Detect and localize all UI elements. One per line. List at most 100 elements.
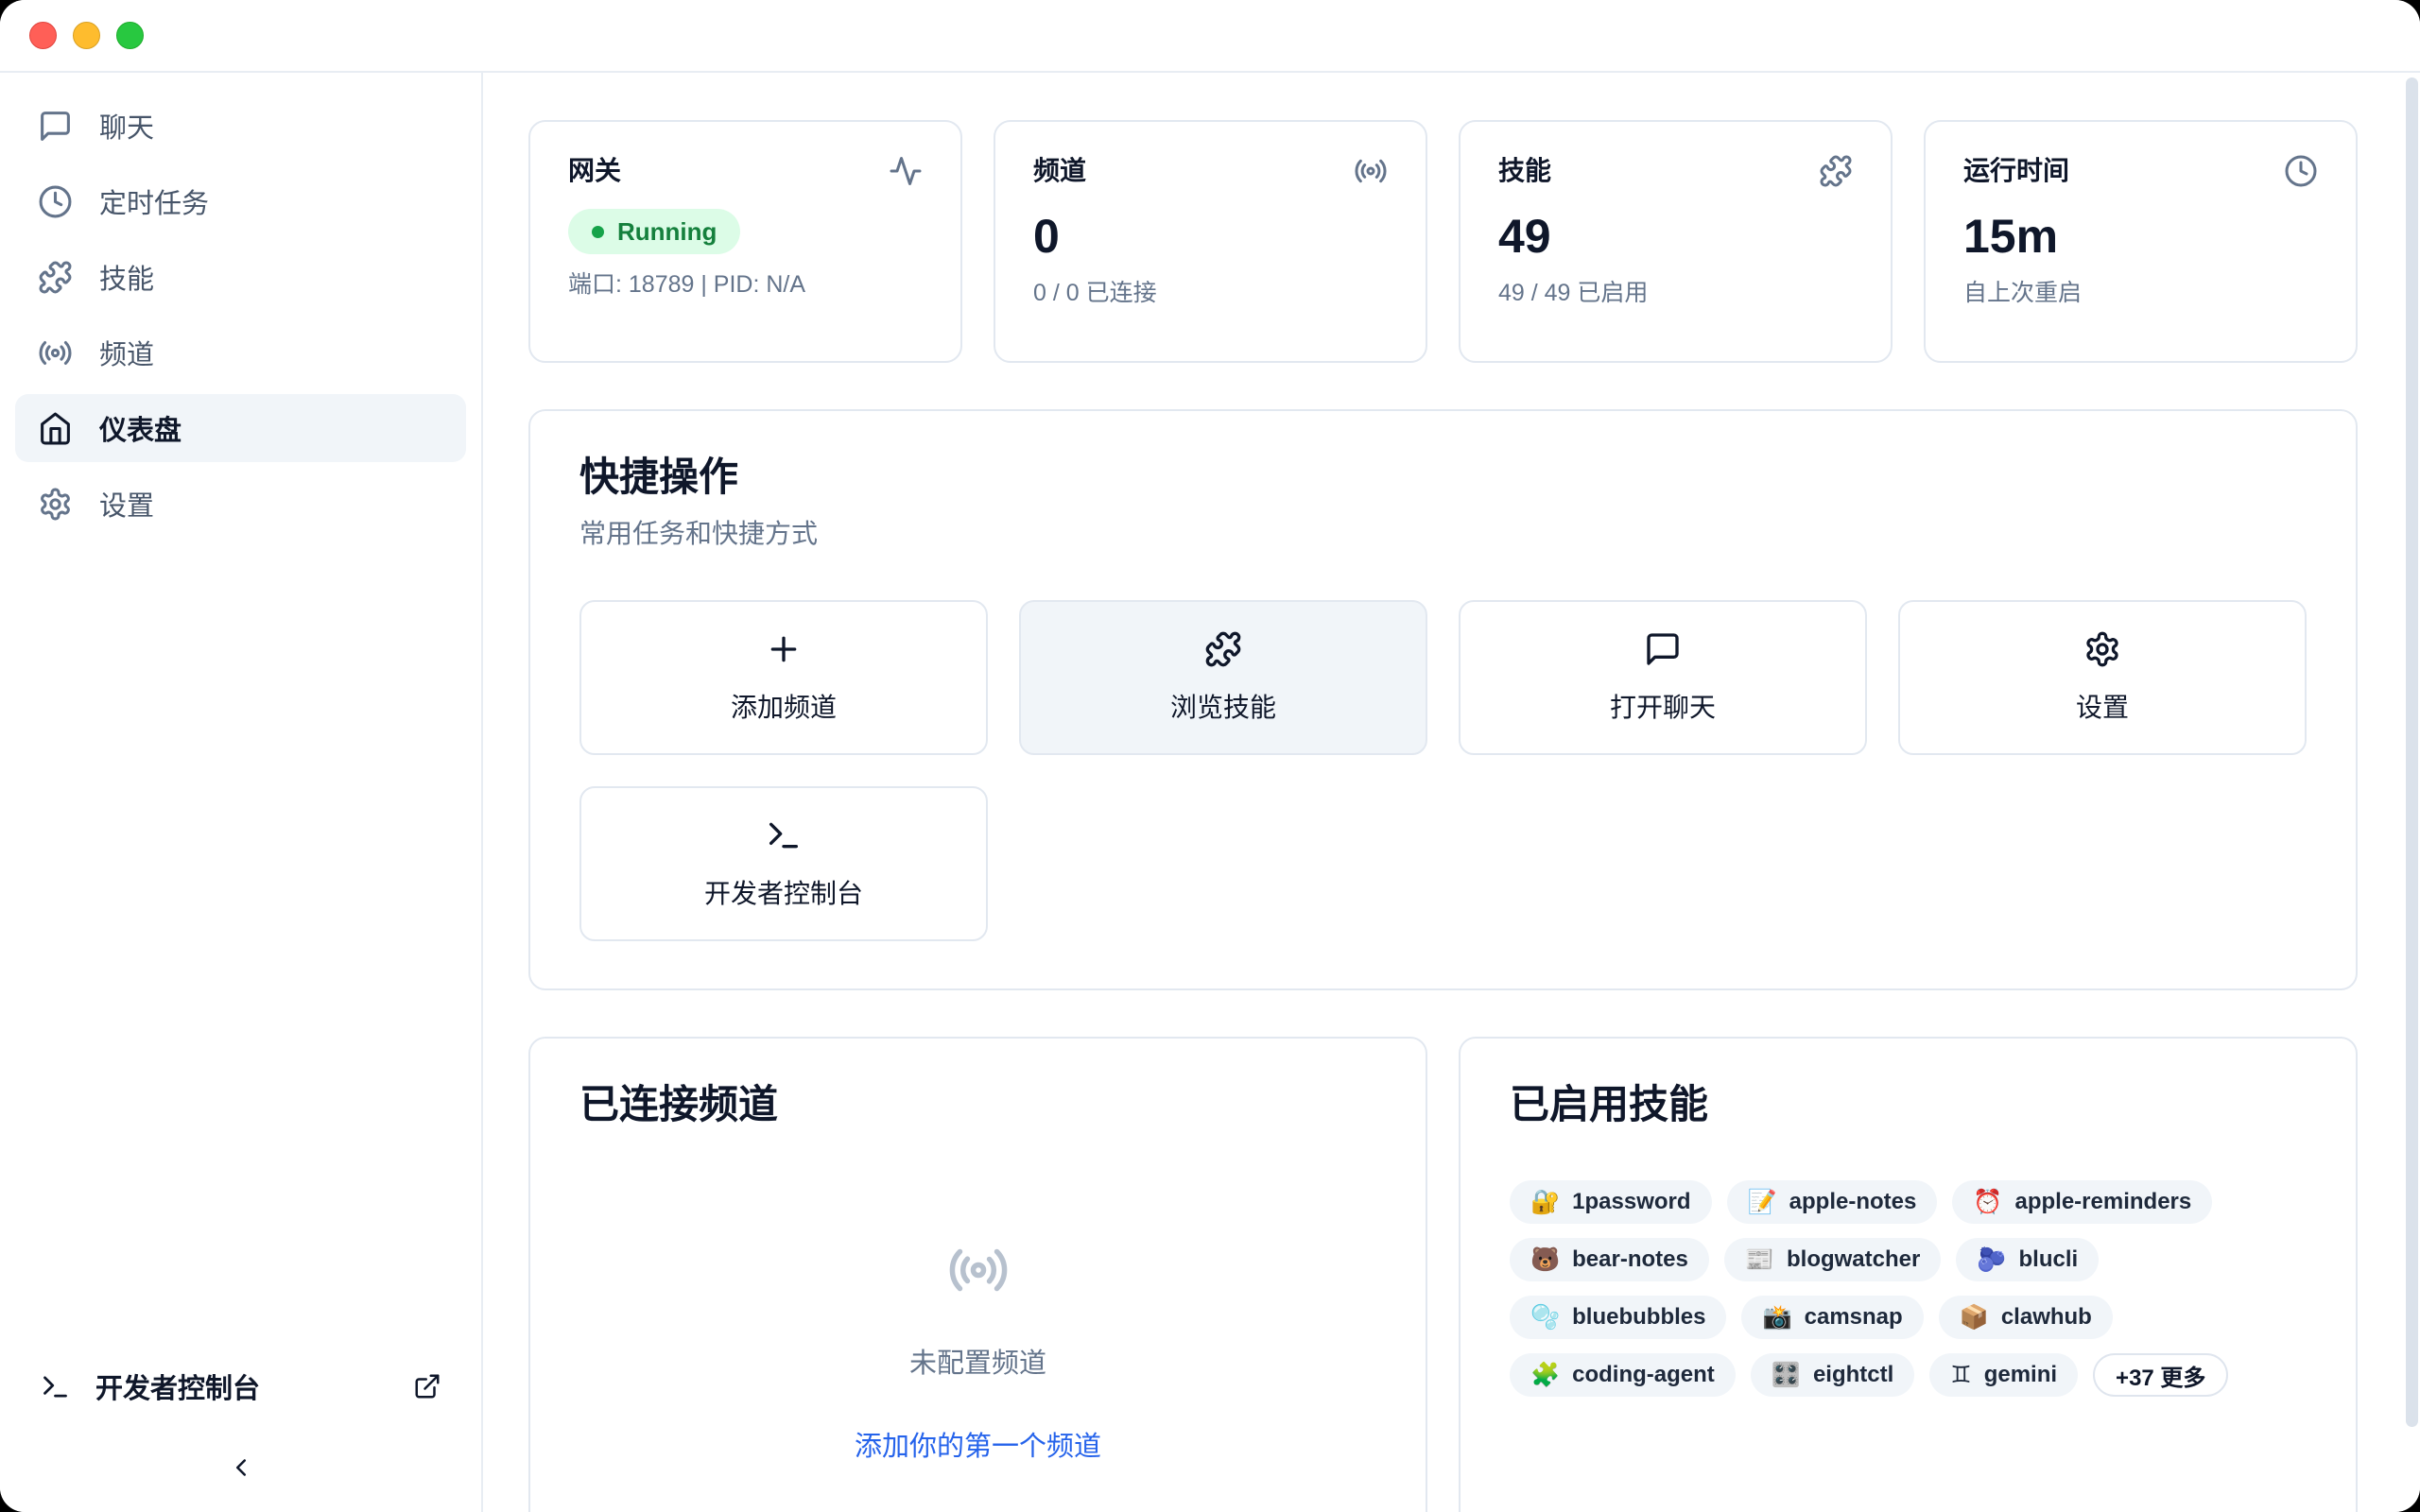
skill-chip-bluebubbles: 🫧 bluebubbles — [1510, 1296, 1726, 1339]
app-body: 聊天 定时任务 技能 频道 仪表盘 设置 开发者控制台 — [0, 73, 2420, 1512]
sidebar-item-channels[interactable]: 频道 — [15, 318, 466, 387]
sidebar-dev-console-link[interactable]: 开发者控制台 — [15, 1355, 466, 1418]
stat-card-title: 运行时间 — [1963, 154, 2069, 188]
clock-icon — [38, 184, 73, 219]
skill-name: gemini — [1984, 1362, 2057, 1388]
quick-action-settings[interactable]: 设置 — [1898, 600, 2307, 755]
skill-emoji-icon: 🐻 — [1530, 1248, 1560, 1272]
quick-actions-title: 快捷操作 — [579, 453, 2307, 502]
sidebar-footer: 开发者控制台 — [15, 1355, 466, 1491]
quick-action-open-chat[interactable]: 打开聊天 — [1459, 600, 1867, 755]
terminal-icon — [40, 1371, 71, 1402]
skill-name: bluebubbles — [1572, 1304, 1705, 1331]
activity-icon — [889, 154, 923, 188]
status-badge: Running — [568, 209, 740, 254]
minimize-button[interactable] — [73, 22, 100, 49]
skill-emoji-icon: ♊ — [1950, 1364, 1971, 1387]
skill-chip-clawhub: 📦 clawhub — [1939, 1296, 2113, 1339]
stat-card-skills: 技能 4949 / 49 已启用 — [1459, 120, 1893, 363]
close-button[interactable] — [29, 22, 57, 49]
sidebar-item-label: 频道 — [99, 333, 154, 372]
settings-icon — [38, 487, 73, 522]
skill-chip-gemini: ♊ gemini — [1929, 1353, 2078, 1397]
enabled-skills-title: 已启用技能 — [1510, 1080, 2307, 1129]
stat-card-title: 网关 — [568, 154, 621, 188]
quick-actions-grid: 添加频道 浏览技能 打开聊天 设置 开发者控制台 — [579, 600, 2307, 941]
zoom-button[interactable] — [116, 22, 144, 49]
radio-icon — [38, 335, 73, 370]
sidebar-item-dashboard[interactable]: 仪表盘 — [15, 394, 466, 462]
status-badge-label: Running — [617, 217, 717, 247]
puzzle-icon — [1819, 154, 1853, 188]
stat-card-uptime: 运行时间 15m 自上次重启 — [1924, 120, 2358, 363]
skill-chip-1password: 🔐 1password — [1510, 1180, 1712, 1224]
stats-row: 网关 Running端口: 18789 | PID: N/A 频道 0 0 / 0… — [528, 120, 2358, 363]
skill-emoji-icon: 🫧 — [1530, 1306, 1560, 1330]
home-icon — [38, 411, 73, 446]
skill-name: apple-reminders — [2015, 1189, 2192, 1215]
sidebar-collapse-button[interactable] — [216, 1444, 267, 1491]
skill-chip-camsnap: 📸 camsnap — [1741, 1296, 1923, 1339]
skill-name: camsnap — [1805, 1304, 1903, 1331]
add-first-channel-link[interactable]: 添加你的第一个频道 — [855, 1424, 1101, 1464]
external-link-icon — [413, 1372, 441, 1400]
status-dot-icon — [592, 226, 604, 238]
dev-console-label: 开发者控制台 — [95, 1366, 389, 1406]
quick-action-add-channel[interactable]: 添加频道 — [579, 600, 988, 755]
clock-icon — [2284, 154, 2318, 188]
quick-action-browse-skills[interactable]: 浏览技能 — [1019, 600, 1427, 755]
quick-action-label: 浏览技能 — [1170, 687, 1276, 725]
sidebar-item-label: 定时任务 — [99, 181, 209, 221]
sidebar-nav: 聊天 定时任务 技能 频道 仪表盘 设置 — [15, 92, 466, 545]
skill-chip-eightctl: 🎛️ eightctl — [1751, 1353, 1914, 1397]
settings-icon — [2083, 630, 2121, 668]
skill-chip-blogwatcher: 📰 blogwatcher — [1724, 1238, 1942, 1281]
quick-action-dev-console[interactable]: 开发者控制台 — [579, 786, 988, 941]
puzzle-icon — [38, 260, 73, 295]
skill-chip-blucli: 🫐 blucli — [1956, 1238, 2099, 1281]
skill-emoji-icon: 📦 — [1960, 1306, 1989, 1330]
message-square-icon — [38, 109, 73, 144]
stat-subtext: 0 / 0 已连接 — [1033, 274, 1388, 308]
skill-name: bear-notes — [1572, 1246, 1688, 1273]
sidebar-item-chat[interactable]: 聊天 — [15, 92, 466, 160]
skill-name: 1password — [1572, 1189, 1690, 1215]
skill-emoji-icon: 🔐 — [1530, 1191, 1560, 1214]
quick-action-label: 开发者控制台 — [704, 873, 863, 911]
skill-name: coding-agent — [1572, 1362, 1715, 1388]
sidebar-item-label: 设置 — [99, 484, 154, 524]
app-window: 聊天 定时任务 技能 频道 仪表盘 设置 开发者控制台 — [0, 0, 2420, 1512]
sidebar-item-skills[interactable]: 技能 — [15, 243, 466, 311]
quick-action-label: 添加频道 — [731, 687, 837, 725]
sidebar-item-label: 聊天 — [99, 106, 154, 146]
radio-icon — [947, 1239, 1010, 1301]
stat-subtext: 自上次重启 — [1963, 274, 2318, 308]
skill-name: eightctl — [1813, 1362, 1893, 1388]
skill-name: blucli — [2018, 1246, 2078, 1273]
main-content: 网关 Running端口: 18789 | PID: N/A 频道 0 0 / 0… — [483, 73, 2420, 1512]
skill-name: apple-notes — [1789, 1189, 1917, 1215]
radio-icon — [1354, 154, 1388, 188]
stat-subtext: 49 / 49 已启用 — [1498, 274, 1853, 308]
scrollbar-thumb[interactable] — [2406, 77, 2418, 1427]
stat-value: 0 — [1033, 211, 1388, 263]
stat-card-gateway: 网关 Running端口: 18789 | PID: N/A — [528, 120, 962, 363]
skill-emoji-icon: ⏰ — [1973, 1191, 2002, 1214]
sidebar: 聊天 定时任务 技能 频道 仪表盘 设置 开发者控制台 — [0, 73, 483, 1512]
titlebar — [0, 0, 2420, 73]
sidebar-item-cron[interactable]: 定时任务 — [15, 167, 466, 235]
skill-emoji-icon: 🫐 — [1977, 1248, 2006, 1272]
more-skills-button[interactable]: +37 更多 — [2093, 1353, 2228, 1397]
channels-empty-text: 未配置频道 — [909, 1341, 1046, 1381]
stat-value: 15m — [1963, 211, 2318, 263]
sidebar-item-settings[interactable]: 设置 — [15, 470, 466, 538]
quick-action-label: 设置 — [2076, 687, 2129, 725]
plus-icon — [765, 630, 803, 668]
enabled-skills-card: 已启用技能 🔐 1password 📝 apple-notes ⏰ apple-… — [1459, 1037, 2358, 1512]
skills-chip-list: 🔐 1password 📝 apple-notes ⏰ apple-remind… — [1510, 1180, 2307, 1397]
stat-card-title: 频道 — [1033, 154, 1086, 188]
connected-channels-title: 已连接频道 — [579, 1080, 1376, 1129]
channels-empty-state: 未配置频道 添加你的第一个频道 — [579, 1239, 1376, 1464]
puzzle-icon — [1204, 630, 1242, 668]
quick-actions-subtitle: 常用任务和快捷方式 — [579, 513, 2307, 551]
